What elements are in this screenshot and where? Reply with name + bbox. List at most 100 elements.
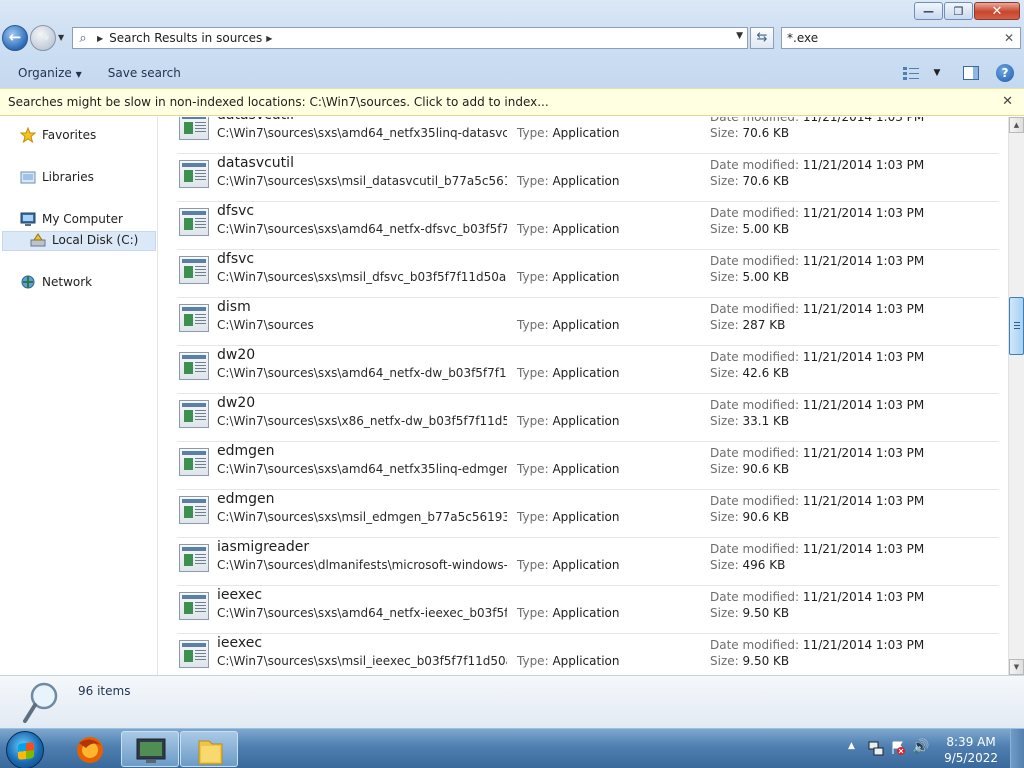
file-size: Size: 70.6 KB: [710, 126, 789, 140]
size-label: Size:: [710, 126, 739, 140]
scrollbar-thumb[interactable]: [1009, 297, 1024, 355]
file-row[interactable]: iasmigreader C:\Win7\sources\dlmanifests\…: [177, 538, 999, 586]
start-button[interactable]: [6, 731, 44, 768]
help-button[interactable]: ?: [994, 63, 1016, 83]
file-path: C:\Win7\sources\sxs\msil_edmgen_b77a5c56…: [217, 510, 507, 524]
volume-icon[interactable]: 🔊: [912, 739, 929, 755]
type-value: Application: [552, 318, 620, 332]
file-name: dw20: [217, 395, 256, 411]
date-modified-label: Date modified:: [710, 542, 800, 556]
file-name: ieexec: [217, 587, 263, 603]
file-size: Size: 42.6 KB: [710, 366, 789, 380]
sidebar-item-network[interactable]: Network: [20, 274, 92, 290]
forward-button[interactable]: →: [30, 25, 56, 51]
back-button[interactable]: ←: [2, 25, 28, 51]
scroll-up-icon[interactable]: ▲: [1009, 117, 1024, 133]
address-dropdown-icon[interactable]: ▼: [736, 31, 743, 41]
close-button[interactable]: ✕: [974, 2, 1020, 20]
size-label: Size:: [710, 174, 739, 188]
file-name: datasvcutil: [217, 117, 294, 123]
file-row[interactable]: ieexec C:\Win7\sources\sxs\amd64_netfx-ie…: [177, 586, 999, 634]
file-row[interactable]: dfsvc C:\Win7\sources\sxs\msil_dfsvc_b03f…: [177, 250, 999, 298]
breadcrumb-chevron-icon[interactable]: ▶: [97, 34, 103, 43]
minimize-icon: —: [923, 4, 934, 18]
type-label: Type:: [517, 174, 549, 188]
organize-button[interactable]: Organize ▼: [18, 66, 82, 80]
date-modified: Date modified: 11/21/2014 1:03 PM: [710, 398, 924, 412]
file-type: Type: Application: [517, 654, 620, 668]
taskbar-explorer[interactable]: [180, 731, 238, 767]
vertical-scrollbar[interactable]: ▲ ▼: [1008, 117, 1024, 675]
sidebar-item-favorites[interactable]: Favorites: [19, 126, 97, 144]
restore-button[interactable]: ❐: [944, 2, 973, 20]
file-row[interactable]: ieexec C:\Win7\sources\sxs\msil_ieexec_b0…: [177, 634, 999, 675]
type-label: Type:: [517, 606, 549, 620]
file-type: Type: Application: [517, 174, 620, 188]
close-infobar-icon[interactable]: ✕: [1002, 94, 1013, 109]
sidebar-item-my-computer[interactable]: My Computer: [20, 211, 123, 227]
taskbar-app-window[interactable]: [121, 731, 179, 767]
breadcrumb[interactable]: Search Results in sources: [109, 31, 262, 45]
file-row[interactable]: dfsvc C:\Win7\sources\sxs\amd64_netfx-dfs…: [177, 202, 999, 250]
type-label: Type:: [517, 462, 549, 476]
preview-pane-button[interactable]: [960, 63, 982, 83]
size-label: Size:: [710, 366, 739, 380]
clock[interactable]: 8:39 AM 9/5/2022: [944, 734, 998, 766]
search-location-icon: ⌕: [79, 30, 87, 46]
file-name: datasvcutil: [217, 155, 294, 171]
action-center-icon[interactable]: [890, 740, 906, 756]
type-label: Type:: [517, 558, 549, 572]
file-row[interactable]: datasvcutil C:\Win7\sources\sxs\msil_data…: [177, 154, 999, 202]
show-desktop-button[interactable]: [1010, 729, 1024, 768]
clear-search-icon[interactable]: ✕: [1004, 28, 1014, 48]
file-row[interactable]: edmgen C:\Win7\sources\sxs\msil_edmgen_b7…: [177, 490, 999, 538]
date-modified-label: Date modified:: [710, 158, 800, 172]
change-view-button[interactable]: [900, 63, 922, 83]
network-tray-icon[interactable]: [868, 740, 884, 756]
type-label: Type:: [517, 126, 549, 140]
taskbar-firefox[interactable]: [62, 731, 120, 767]
sidebar-item-label: My Computer: [42, 212, 123, 226]
size-value: 5.00 KB: [742, 222, 790, 236]
file-row[interactable]: edmgen C:\Win7\sources\sxs\amd64_netfx35l…: [177, 442, 999, 490]
date-modified-value: 11/21/2014 1:03 PM: [802, 350, 925, 364]
file-size: Size: 70.6 KB: [710, 174, 789, 188]
scroll-down-icon[interactable]: ▼: [1009, 659, 1024, 675]
application-icon: [179, 496, 209, 524]
date-modified-label: Date modified:: [710, 206, 800, 220]
show-hidden-icons-icon[interactable]: ▲: [848, 741, 855, 751]
file-type: Type: Application: [517, 558, 620, 572]
minimize-button[interactable]: —: [914, 2, 943, 20]
file-row[interactable]: dism C:\Win7\sources Type: Application Date…: [177, 298, 999, 346]
address-bar[interactable]: ⌕ ▶ Search Results in sources ▶ ▼: [72, 27, 748, 49]
file-type: Type: Application: [517, 318, 620, 332]
file-row[interactable]: dw20 C:\Win7\sources\sxs\x86_netfx-dw_b03…: [177, 394, 999, 442]
refresh-button[interactable]: ⇆: [750, 27, 774, 49]
sidebar-item-label: Favorites: [42, 128, 97, 142]
search-input[interactable]: *.exe ✕: [781, 27, 1021, 49]
size-label: Size:: [710, 510, 739, 524]
date-modified: Date modified: 11/21/2014 1:03 PM: [710, 158, 924, 172]
sidebar-item-libraries[interactable]: Libraries: [20, 169, 94, 185]
date-modified-label: Date modified:: [710, 398, 800, 412]
index-warning-infobar[interactable]: Searches might be slow in non-indexed lo…: [0, 88, 1024, 116]
date-modified: Date modified: 11/21/2014 1:03 PM: [710, 350, 924, 364]
file-row[interactable]: datasvcutil C:\Win7\sources\sxs\amd64_net…: [177, 117, 999, 154]
window-controls: — ❐ ✕: [913, 2, 1020, 21]
help-icon: ?: [996, 64, 1014, 82]
file-row[interactable]: dw20 C:\Win7\sources\sxs\amd64_netfx-dw_b…: [177, 346, 999, 394]
view-options-dropdown[interactable]: ▼: [926, 63, 948, 83]
size-label: Size:: [710, 318, 739, 332]
details-view-icon: [903, 67, 919, 80]
type-value: Application: [552, 222, 620, 236]
sidebar-item-local-disk[interactable]: Local Disk (C:): [30, 232, 138, 248]
recent-pages-dropdown[interactable]: ▼: [58, 33, 64, 42]
save-search-button[interactable]: Save search: [108, 66, 181, 80]
sidebar-item-label: Libraries: [42, 170, 94, 184]
disk-icon: [30, 232, 48, 248]
back-arrow-icon: ←: [8, 28, 22, 46]
file-size: Size: 90.6 KB: [710, 510, 789, 524]
breadcrumb-chevron-icon[interactable]: ▶: [266, 34, 272, 43]
application-icon: [179, 160, 209, 188]
file-type: Type: Application: [517, 414, 620, 428]
